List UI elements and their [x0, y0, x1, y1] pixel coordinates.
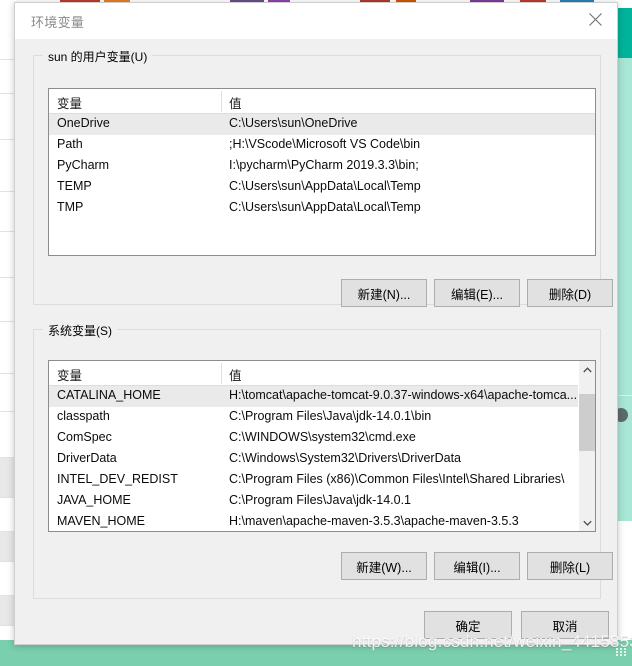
chevron-up-icon[interactable] — [579, 361, 595, 378]
cell-variable: ComSpec — [57, 430, 112, 444]
cell-value: H:\maven\apache-maven-3.5.3\apache-maven… — [229, 514, 519, 528]
cell-value: H:\tomcat\apache-tomcat-9.0.37-windows-x… — [229, 388, 578, 402]
cancel-button[interactable]: 取消 — [521, 611, 609, 639]
user-list-header: 变量 值 — [49, 89, 595, 114]
user-edit-button[interactable]: 编辑(E)... — [434, 279, 520, 307]
user-delete-button[interactable]: 删除(D) — [527, 279, 613, 307]
cell-variable: Path — [57, 137, 83, 151]
cell-variable: TEMP — [57, 179, 92, 193]
cell-value: C:\Users\sun\AppData\Local\Temp — [229, 179, 421, 193]
table-row[interactable]: JAVA_HOME C:\Program Files\Java\jdk-14.0.… — [49, 491, 595, 512]
table-row[interactable]: TEMP C:\Users\sun\AppData\Local\Temp — [49, 177, 595, 198]
user-new-button[interactable]: 新建(N)... — [341, 279, 427, 307]
table-row[interactable]: OneDrive C:\Users\sun\OneDrive — [49, 114, 595, 135]
system-list-header: 变量 值 — [49, 361, 595, 386]
dialog-titlebar: 环境变量 — [15, 3, 617, 39]
ok-button[interactable]: 确定 — [424, 611, 512, 639]
table-row[interactable]: PyCharm I:\pycharm\PyCharm 2019.3.3\bin; — [49, 156, 595, 177]
table-row[interactable]: Path ;H:\VScode\Microsoft VS Code\bin — [49, 135, 595, 156]
cell-variable: CATALINA_HOME — [57, 388, 161, 402]
system-variables-list[interactable]: 变量 值 CATALINA_HOME H:\tomcat\apache-tomca… — [48, 360, 596, 532]
column-header-variable[interactable]: 变量 — [57, 93, 82, 112]
cell-value: C:\Users\sun\OneDrive — [229, 116, 358, 130]
column-divider[interactable] — [221, 363, 222, 384]
table-row[interactable]: TMP C:\Users\sun\AppData\Local\Temp — [49, 198, 595, 219]
cell-variable: MAVEN_HOME — [57, 514, 145, 528]
chevron-down-icon[interactable] — [579, 514, 595, 531]
cell-value: C:\Program Files (x86)\Common Files\Inte… — [229, 472, 565, 486]
column-header-value[interactable]: 值 — [229, 365, 242, 384]
cell-value: C:\Windows\System32\Drivers\DriverData — [229, 451, 461, 465]
column-divider[interactable] — [595, 91, 596, 112]
environment-variables-dialog: 环境变量 sun 的用户变量(U) 变量 值 OneDrive C:\Users\… — [14, 2, 618, 645]
dialog-title: 环境变量 — [31, 15, 85, 30]
table-row[interactable]: MAVEN_HOME H:\maven\apache-maven-3.5.3\ap… — [49, 512, 595, 531]
user-variables-legend: sun 的用户变量(U) — [43, 48, 153, 65]
cell-value: I:\pycharm\PyCharm 2019.3.3\bin; — [229, 158, 419, 172]
system-list-body: CATALINA_HOME H:\tomcat\apache-tomcat-9.0… — [49, 386, 595, 531]
table-row[interactable]: classpath C:\Program Files\Java\jdk-14.0.… — [49, 407, 595, 428]
user-variables-group: sun 的用户变量(U) 变量 值 OneDrive C:\Users\sun\O… — [33, 48, 601, 305]
column-header-value[interactable]: 值 — [229, 93, 242, 112]
user-list-body: OneDrive C:\Users\sun\OneDrive Path ;H:\VSc… — [49, 114, 595, 219]
table-row[interactable]: DriverData C:\Windows\System32\Drivers\Dr… — [49, 449, 595, 470]
cell-variable: DriverData — [57, 451, 117, 465]
close-icon[interactable] — [573, 3, 617, 35]
scrollbar-thumb[interactable] — [579, 394, 595, 452]
system-edit-button[interactable]: 编辑(I)... — [434, 552, 520, 580]
system-delete-button[interactable]: 删除(L) — [527, 552, 613, 580]
system-new-button[interactable]: 新建(W)... — [341, 552, 427, 580]
cell-variable: INTEL_DEV_REDIST — [57, 472, 178, 486]
cell-variable: TMP — [57, 200, 84, 214]
user-variables-list[interactable]: 变量 值 OneDrive C:\Users\sun\OneDrive Path ;H… — [48, 88, 596, 256]
cell-value: C:\WINDOWS\system32\cmd.exe — [229, 430, 416, 444]
table-row[interactable]: CATALINA_HOME H:\tomcat\apache-tomcat-9.0… — [49, 386, 595, 407]
cell-variable: classpath — [57, 409, 110, 423]
system-variables-legend: 系统变量(S) — [43, 322, 117, 339]
cell-value: ;H:\VScode\Microsoft VS Code\bin — [229, 137, 421, 151]
system-list-scrollbar[interactable] — [578, 361, 595, 531]
cell-value: C:\Users\sun\AppData\Local\Temp — [229, 200, 421, 214]
column-header-variable[interactable]: 变量 — [57, 365, 82, 384]
table-row[interactable]: ComSpec C:\WINDOWS\system32\cmd.exe — [49, 428, 595, 449]
column-divider[interactable] — [221, 91, 222, 112]
cell-variable: JAVA_HOME — [57, 493, 131, 507]
cell-variable: PyCharm — [57, 158, 110, 172]
table-row[interactable]: INTEL_DEV_REDIST C:\Program Files (x86)\C… — [49, 470, 595, 491]
cell-variable: OneDrive — [57, 116, 110, 130]
cell-value: C:\Program Files\Java\jdk-14.0.1 — [229, 493, 412, 507]
cell-value: C:\Program Files\Java\jdk-14.0.1\bin — [229, 409, 432, 423]
